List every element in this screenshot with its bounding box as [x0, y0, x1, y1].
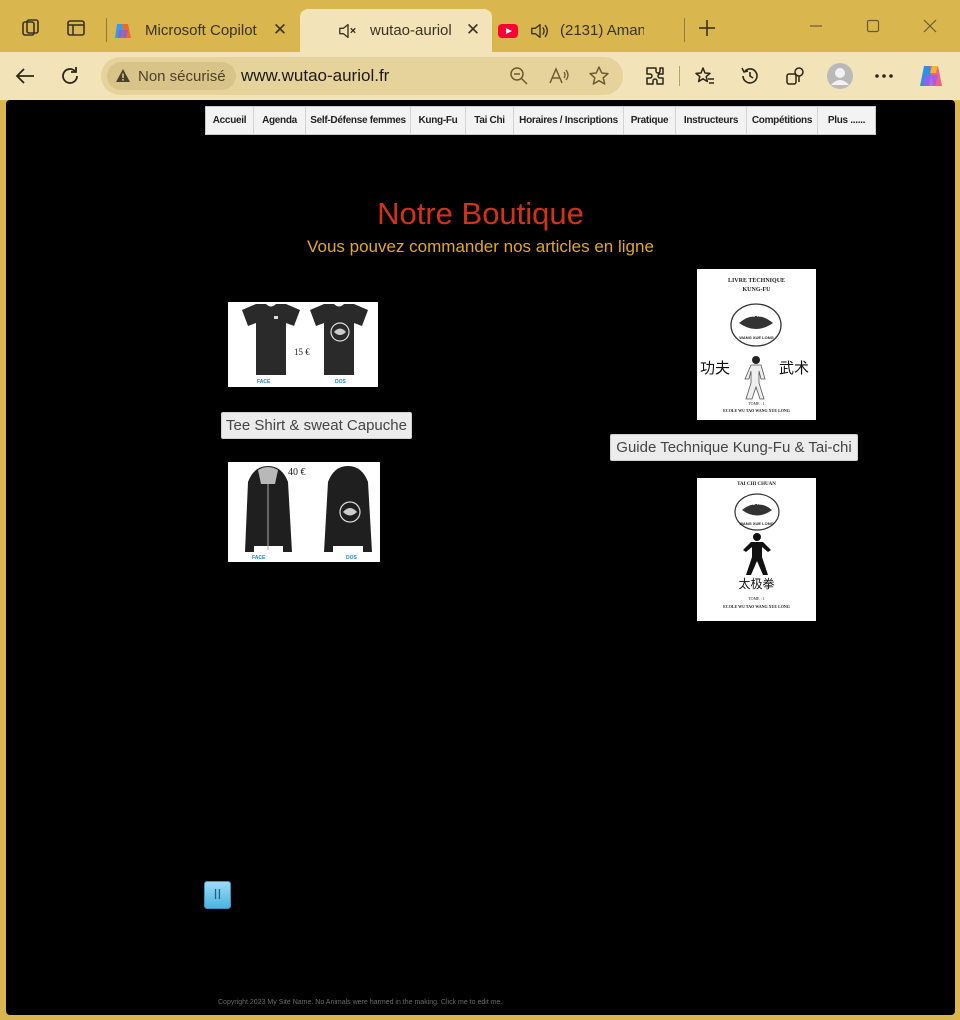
maximize-icon[interactable]	[859, 14, 887, 38]
pause-icon: II	[213, 887, 222, 903]
nav-horaires[interactable]: Horaires / Inscriptions	[514, 107, 624, 134]
nav-plus[interactable]: Plus ......	[818, 107, 875, 134]
book2-title: TAI CHI CHUAN	[737, 482, 776, 487]
nav-instructeurs[interactable]: Instructeurs	[676, 107, 747, 134]
book1-tome: TOME : 1	[748, 401, 765, 406]
nav-agenda[interactable]: Agenda	[254, 107, 306, 134]
tab-copilot[interactable]: Microsoft Copilot ✕	[113, 9, 299, 52]
tshirt-product-image[interactable]: 15 € FACE DOS	[228, 302, 378, 387]
browser-toolbar: Non sécurisé www.wutao-auriol.fr	[0, 52, 960, 100]
favorite-star-icon[interactable]	[587, 64, 611, 88]
taichi-book-image[interactable]: TAI CHI CHUAN WU TAO WANG XUE LONG 太极拳 T…	[697, 478, 816, 621]
tab-title: wutao-auriol	[370, 22, 452, 39]
guide-technique-button[interactable]: Guide Technique Kung-Fu & Tai-chi	[610, 434, 858, 461]
more-options-icon[interactable]	[869, 61, 899, 91]
tshirt-sweat-button[interactable]: Tee Shirt & sweat Capuche	[221, 412, 412, 439]
site-navigation: Accueil Agenda Self-Défense femmes Kung-…	[205, 106, 876, 135]
tshirt-face-label: FACE	[257, 379, 271, 385]
url-text[interactable]: www.wutao-auriol.fr	[241, 66, 389, 86]
kungfu-book-image[interactable]: LIVRE TECHNIQUE KUNG-FU WU TAO WANG XUE …	[697, 269, 816, 420]
book1-title-line1: LIVRE TECHNIQUE	[727, 278, 786, 284]
reload-icon[interactable]	[55, 61, 85, 91]
nav-kung-fu[interactable]: Kung-Fu	[411, 107, 466, 134]
hoodie-price: 40 €	[288, 467, 306, 478]
speaker-muted-icon[interactable]	[338, 21, 358, 41]
hoodie-face-label: FACE	[252, 555, 266, 561]
history-icon[interactable]	[735, 61, 765, 91]
book1-logo-line2: WANG XUE LONG	[739, 335, 774, 340]
martial-artist-icon	[744, 356, 766, 400]
tab-title: Microsoft Copilot	[145, 22, 257, 39]
favorites-icon[interactable]	[690, 61, 720, 91]
tab-bar: Microsoft Copilot ✕ wutao-auriol ✕ (2131…	[0, 0, 960, 52]
new-tab-icon[interactable]	[693, 14, 721, 42]
hoodie-dos-label: DOS	[346, 555, 357, 561]
close-window-icon[interactable]	[916, 14, 944, 38]
read-aloud-icon[interactable]	[547, 64, 571, 88]
hoodie-product-image[interactable]: 40 € FACE DOS	[228, 462, 380, 562]
book2-school: ECOLE WU TAO WANG XUE LONG	[723, 604, 790, 609]
security-indicator[interactable]: Non sécurisé	[107, 62, 236, 90]
speaker-icon[interactable]	[530, 21, 550, 41]
tab-title: (2131) Aman	[560, 22, 644, 39]
tab-youtube[interactable]: (2131) Aman	[498, 9, 684, 52]
book1-logo-line1: WU TAO	[748, 313, 765, 318]
collections-icon[interactable]	[780, 61, 810, 91]
page-title: Notre Boutique	[377, 196, 584, 231]
tab-wutao-auriol[interactable]: wutao-auriol ✕	[300, 9, 492, 52]
address-bar[interactable]: Non sécurisé www.wutao-auriol.fr	[101, 57, 623, 95]
copilot-sidebar-icon[interactable]	[916, 61, 946, 91]
book2-tome: TOME : 1	[748, 596, 765, 601]
book1-school: ECOLE WU TAO WANG XUE LONG	[723, 408, 790, 413]
book1-chars-right: 武术	[779, 359, 810, 377]
page-viewport: Accueil Agenda Self-Défense femmes Kung-…	[6, 100, 955, 1015]
extensions-icon[interactable]	[640, 61, 670, 91]
book2-logo-line1: WU TAO	[748, 501, 765, 506]
book1-title-line2: KUNG-FU	[742, 287, 771, 293]
tshirt-dos-label: DOS	[335, 379, 346, 385]
zoom-out-icon[interactable]	[507, 64, 531, 88]
taichi-figure-icon	[743, 533, 771, 575]
close-tab-icon[interactable]: ✕	[271, 21, 289, 39]
nav-competitions[interactable]: Compétitions	[747, 107, 818, 134]
book1-chars-left: 功夫	[700, 359, 731, 377]
book2-logo-line2: WANG XUE LONG	[739, 521, 774, 526]
tshirt-price: 15 €	[294, 347, 310, 357]
copilot-icon	[113, 21, 133, 41]
page-subtitle: Vous pouvez commander nos articles en li…	[307, 237, 654, 256]
minimize-icon[interactable]	[802, 14, 830, 38]
warning-icon	[116, 69, 130, 82]
workspaces-icon[interactable]	[17, 14, 45, 42]
tab-actions-icon[interactable]	[62, 14, 90, 42]
wutao-logo-icon	[734, 493, 780, 531]
profile-avatar-icon[interactable]	[825, 61, 855, 91]
security-label: Non sécurisé	[138, 67, 226, 85]
nav-accueil[interactable]: Accueil	[206, 107, 254, 134]
nav-pratique[interactable]: Pratique	[624, 107, 676, 134]
nav-self-defense[interactable]: Self-Défense femmes	[306, 107, 411, 134]
music-pause-button[interactable]: II	[204, 881, 231, 909]
nav-tai-chi[interactable]: Tai Chi	[466, 107, 514, 134]
book2-chars: 太极拳	[738, 577, 775, 591]
close-tab-icon[interactable]: ✕	[464, 21, 482, 39]
wutao-logo-icon	[730, 303, 782, 347]
footer-copyright[interactable]: Copyright 2023 My Site Name. No Animals …	[218, 999, 502, 1006]
back-arrow-icon[interactable]	[10, 61, 40, 91]
youtube-icon	[498, 21, 518, 41]
